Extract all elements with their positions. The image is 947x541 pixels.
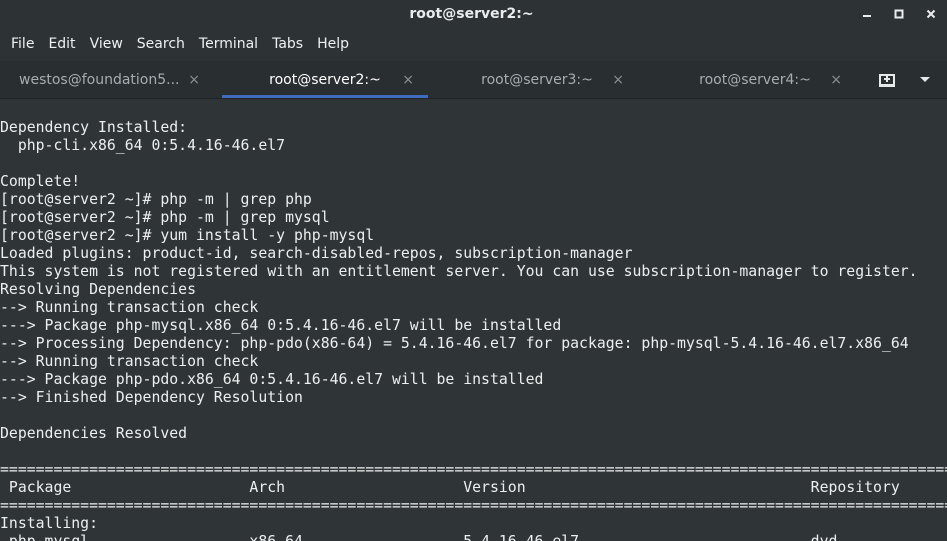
minimize-icon: [863, 15, 871, 17]
terminal-line: Resolving Dependencies: [0, 281, 196, 298]
tab-close-icon[interactable]: ×: [402, 73, 414, 87]
menu-bar: File Edit View Search Terminal Tabs Help: [0, 28, 947, 61]
terminal-line: --> Finished Dependency Resolution: [0, 389, 303, 406]
terminal-output[interactable]: Dependency Installed: php-cli.x86_64 0:5…: [0, 100, 947, 541]
terminal-line: Complete!: [0, 173, 81, 190]
tab-close-icon[interactable]: ×: [830, 73, 842, 87]
tab-bar: westos@foundation5... × root@server2:~ ×…: [0, 61, 947, 99]
minimize-button[interactable]: [851, 0, 883, 28]
terminal-line: php-mysql x86_64 5.4.16-46.el7 dvd 102 k: [0, 533, 947, 541]
menu-edit[interactable]: Edit: [41, 28, 82, 61]
terminal-line: Installing:: [0, 515, 98, 532]
tab-westos-foundation[interactable]: westos@foundation5... ×: [0, 61, 222, 98]
terminal-line: Dependencies Resolved: [0, 425, 188, 442]
tab-label: root@server4:~: [699, 71, 811, 88]
menu-file[interactable]: File: [4, 28, 41, 61]
terminal-line: ========================================…: [0, 461, 947, 478]
close-icon: [926, 9, 936, 19]
terminal-line: --> Processing Dependency: php-pdo(x86-6…: [0, 335, 909, 352]
menu-terminal[interactable]: Terminal: [192, 28, 265, 61]
tab-actions: [864, 61, 947, 98]
maximize-icon: [894, 9, 904, 19]
terminal-line: --> Running transaction check: [0, 299, 259, 316]
close-button[interactable]: [915, 0, 947, 28]
menu-help[interactable]: Help: [310, 28, 356, 61]
terminal-line: Package Arch Version Repository Size: [8, 479, 900, 496]
menu-tabs[interactable]: Tabs: [265, 28, 310, 61]
terminal-line: ---> Package php-mysql.x86_64 0:5.4.16-4…: [0, 317, 562, 334]
tab-close-icon[interactable]: ×: [612, 73, 624, 87]
tab-label: root@server2:~: [269, 71, 381, 88]
tab-root-server3[interactable]: root@server3:~ ×: [428, 61, 646, 98]
tab-label: westos@foundation5...: [19, 71, 180, 88]
menu-view[interactable]: View: [83, 28, 130, 61]
terminal-line: ========================================…: [0, 497, 947, 514]
tab-root-server4[interactable]: root@server4:~ ×: [646, 61, 864, 98]
tab-menu-button[interactable]: [911, 66, 939, 94]
menu-search[interactable]: Search: [130, 28, 192, 61]
tab-label: root@server3:~: [481, 71, 593, 88]
tab-root-server2[interactable]: root@server2:~ ×: [222, 61, 428, 98]
window-titlebar[interactable]: root@server2:~: [0, 0, 947, 28]
window-controls: [851, 0, 947, 28]
new-tab-icon: [879, 73, 895, 87]
window-title: root@server2:~: [409, 6, 534, 22]
maximize-button[interactable]: [883, 0, 915, 28]
terminal-line: Loaded plugins: product-id, search-disab…: [0, 245, 633, 262]
tab-close-icon[interactable]: ×: [188, 73, 200, 87]
terminal-line: ---> Package php-pdo.x86_64 0:5.4.16-46.…: [0, 371, 544, 388]
terminal-line: [root@server2 ~]# php -m | grep php: [0, 191, 312, 208]
terminal-line: [root@server2 ~]# yum install -y php-mys…: [0, 227, 375, 244]
terminal-line: php-cli.x86_64 0:5.4.16-46.el7: [0, 137, 286, 154]
terminal-line: [root@server2 ~]# php -m | grep mysql: [0, 209, 330, 226]
terminal-line: Dependency Installed:: [0, 119, 188, 136]
terminal-line: --> Running transaction check: [0, 353, 259, 370]
chevron-down-icon: [920, 76, 930, 82]
terminal-line: This system is not registered with an en…: [0, 263, 918, 280]
new-tab-button[interactable]: [873, 66, 901, 94]
